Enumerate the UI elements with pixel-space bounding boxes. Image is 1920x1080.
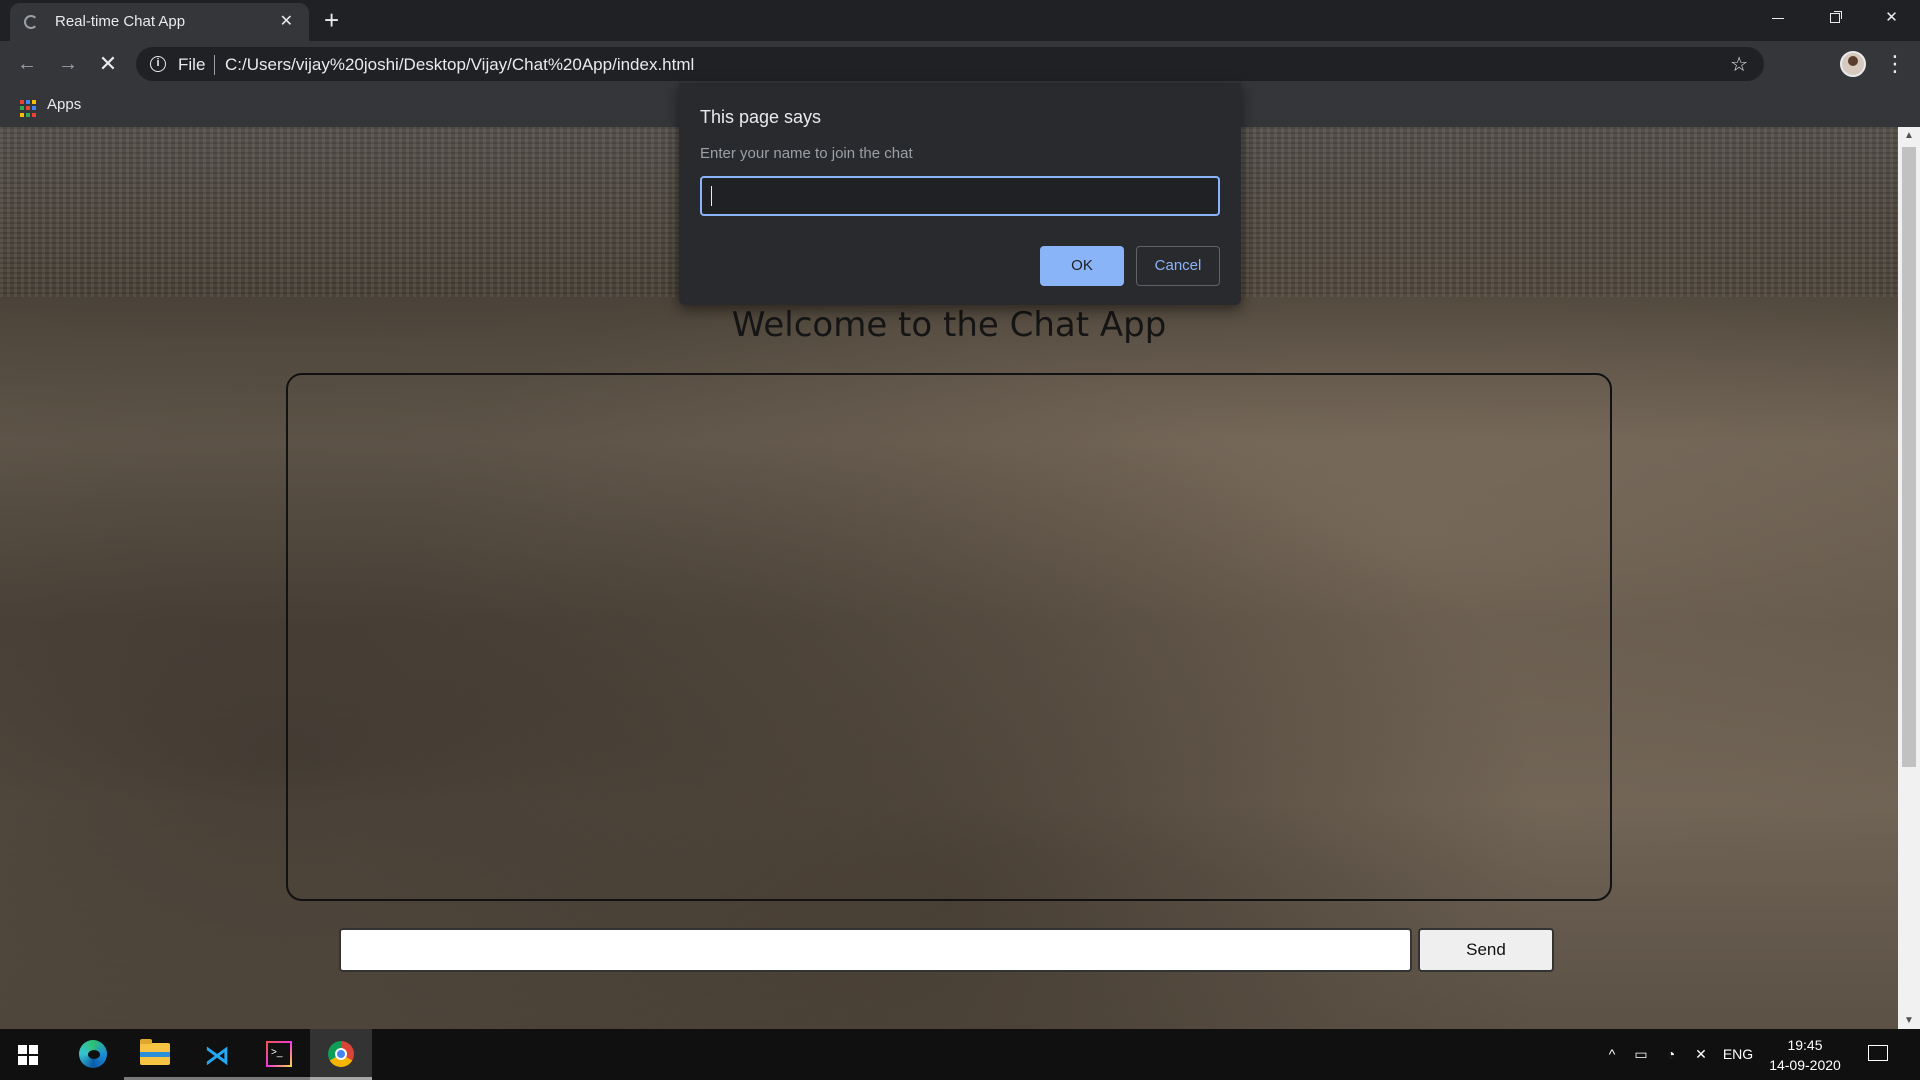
scroll-down-icon[interactable]: ▼: [1904, 1015, 1914, 1026]
taskbar-chrome[interactable]: [310, 1029, 372, 1080]
tab-title: Real-time Chat App: [55, 13, 186, 30]
clock-time: 19:45: [1787, 1037, 1823, 1053]
message-input[interactable]: [339, 928, 1412, 972]
taskbar: ⋊ >_ ^ ▭ ◔ ✕ ENG 19:45 14-09-2020: [0, 1029, 1920, 1080]
stop-loading-button[interactable]: ✕: [93, 49, 123, 79]
restore-button[interactable]: [1806, 0, 1863, 36]
send-button[interactable]: Send: [1418, 928, 1554, 972]
dialog-message: Enter your name to join the chat: [700, 145, 913, 162]
chrome-icon: [328, 1041, 354, 1067]
minimize-button[interactable]: [1749, 0, 1806, 36]
taskbar-clock[interactable]: 19:45 14-09-2020: [1760, 1035, 1850, 1075]
address-divider: [214, 55, 215, 75]
terminal-icon: >_: [266, 1041, 292, 1067]
windows-logo-icon: [18, 1045, 38, 1065]
profile-avatar[interactable]: [1840, 51, 1866, 77]
tab-chat-app[interactable]: Real-time Chat App ✕: [10, 3, 309, 41]
vscode-icon: ⋊: [204, 1040, 230, 1070]
dialog-cancel-button[interactable]: Cancel: [1136, 246, 1220, 286]
chat-messages-box: [286, 373, 1612, 901]
file-explorer-icon: [140, 1039, 170, 1065]
text-caret: [711, 186, 712, 206]
scroll-up-icon[interactable]: ▲: [1904, 130, 1914, 141]
language-indicator[interactable]: ENG: [1718, 1029, 1758, 1080]
taskbar-terminal[interactable]: >_: [248, 1029, 310, 1080]
dialog-ok-button[interactable]: OK: [1040, 246, 1124, 286]
page-loading-icon: [24, 15, 38, 29]
prompt-dialog: This page says Enter your name to join t…: [679, 83, 1241, 305]
page-scrollbar[interactable]: ▲ ▼: [1898, 127, 1920, 1029]
start-button[interactable]: [0, 1029, 62, 1080]
scrollbar-thumb[interactable]: [1902, 147, 1916, 767]
minimize-icon: [1771, 17, 1784, 19]
new-tab-button[interactable]: +: [324, 6, 339, 34]
forward-button[interactable]: →: [53, 49, 83, 79]
address-bar[interactable]: i File C:/Users/vijay%20joshi/Desktop/Vi…: [136, 47, 1764, 81]
scheme-label: File: [178, 55, 206, 74]
restore-icon: [1829, 13, 1840, 24]
edge-icon: [79, 1040, 107, 1068]
apps-grid-icon[interactable]: [20, 100, 37, 117]
action-center-icon[interactable]: [1868, 1045, 1888, 1061]
network-icon[interactable]: ◔: [1658, 1029, 1684, 1080]
browser-menu-icon[interactable]: ⋮: [1884, 49, 1906, 79]
taskbar-edge[interactable]: [62, 1029, 124, 1080]
volume-muted-icon[interactable]: ✕: [1688, 1029, 1714, 1080]
url-text[interactable]: C:/Users/vijay%20joshi/Desktop/Vijay/Cha…: [225, 55, 694, 75]
clock-date: 14-09-2020: [1769, 1057, 1841, 1073]
dialog-title: This page says: [700, 107, 822, 127]
browser-toolbar: ← → ✕ i File C:/Users/vijay%20joshi/Desk…: [0, 41, 1920, 87]
taskbar-file-explorer[interactable]: [124, 1029, 186, 1080]
page-title: Welcome to the Chat App: [731, 305, 1167, 345]
apps-bookmark[interactable]: Apps: [47, 96, 81, 113]
show-hidden-icons-chevron-icon[interactable]: ^: [1600, 1029, 1624, 1080]
dialog-name-input[interactable]: [700, 176, 1220, 216]
tab-close-icon[interactable]: ✕: [280, 12, 293, 32]
tab-strip: Real-time Chat App ✕ + ✕: [0, 0, 1920, 41]
close-window-button[interactable]: ✕: [1863, 0, 1920, 36]
back-button[interactable]: ←: [12, 49, 42, 79]
info-icon[interactable]: i: [150, 56, 166, 72]
bookmark-star-icon[interactable]: ☆: [1730, 52, 1748, 77]
battery-icon[interactable]: ▭: [1628, 1029, 1654, 1080]
taskbar-vscode[interactable]: ⋊: [186, 1029, 248, 1080]
